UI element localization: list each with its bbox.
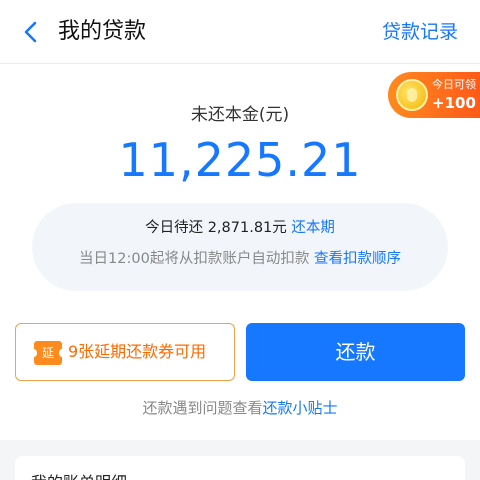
- tip-prefix: 还款遇到问题查看: [142, 399, 263, 417]
- repayment-tips-link[interactable]: 还款小贴士: [263, 399, 338, 417]
- due-today-line: 今日待还 2,871.81元 还本期: [32, 217, 448, 239]
- back-chevron-icon[interactable]: [18, 19, 44, 45]
- principal-amount: 11,225.21: [118, 133, 362, 187]
- bill-details-card[interactable]: 我的账单明细: [15, 456, 465, 480]
- repayment-tip: 还款遇到问题查看还款小贴士: [0, 397, 480, 419]
- page-title: 我的贷款: [58, 19, 147, 44]
- repayment-info-panel: 今日待还 2,871.81元 还本期 当日12:00起将从扣款账户自动扣款 查看…: [32, 203, 448, 291]
- bill-details-title: 我的账单明细: [31, 472, 127, 480]
- coupon-label: 9张延期还款券可用: [68, 342, 207, 361]
- reward-label: 今日可领: [432, 78, 476, 91]
- due-amount: 2,871.81元: [207, 220, 287, 236]
- loan-records-link[interactable]: 贷款记录: [382, 18, 458, 46]
- due-prefix: 今日待还: [145, 220, 208, 236]
- top-nav-bar: 我的贷款 贷款记录: [0, 0, 480, 64]
- debit-order-link[interactable]: 查看扣款顺序: [314, 251, 401, 267]
- repay-this-period-link[interactable]: 还本期: [291, 220, 335, 236]
- auto-debit-line: 当日12:00起将从扣款账户自动扣款 查看扣款顺序: [32, 248, 448, 270]
- extension-coupon-button[interactable]: 延 9张延期还款券可用: [15, 323, 235, 381]
- auto-debit-text: 当日12:00起将从扣款账户自动扣款: [79, 251, 310, 267]
- coupon-ticket-icon: 延: [31, 341, 65, 365]
- principal-label: 未还本金(元): [190, 105, 290, 125]
- repay-button[interactable]: 还款: [246, 323, 465, 381]
